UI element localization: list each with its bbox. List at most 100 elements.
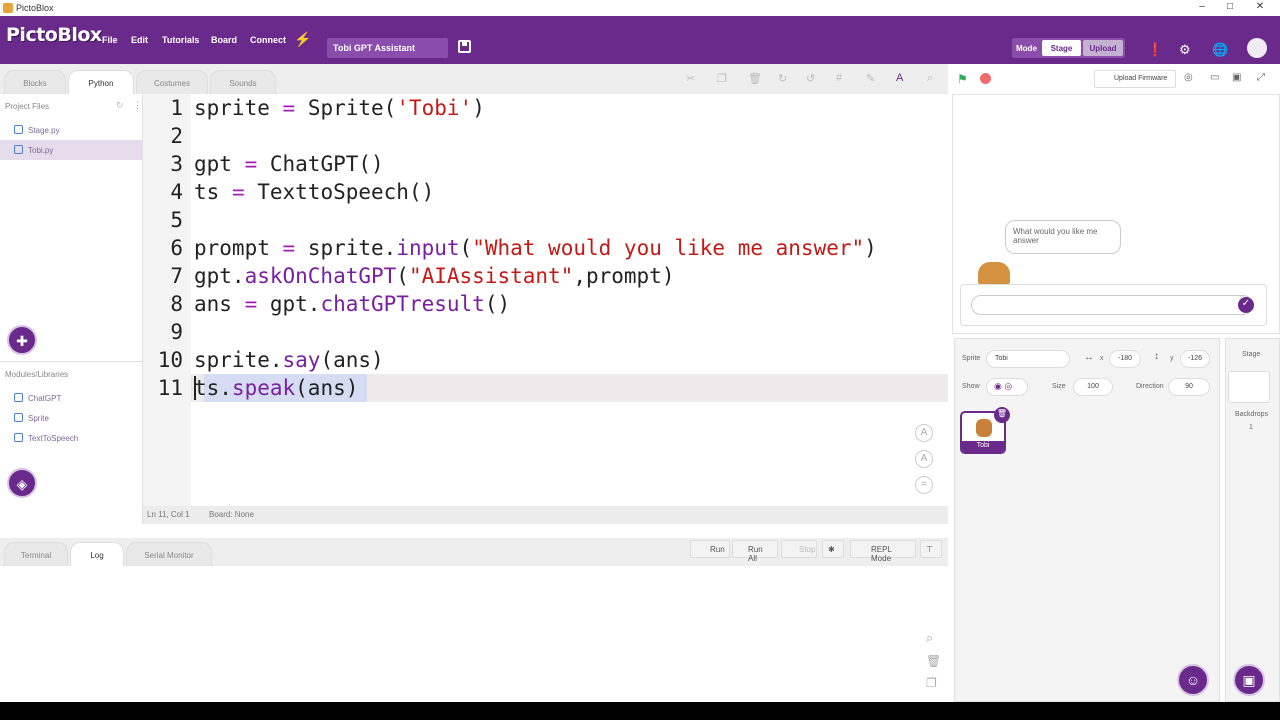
green-flag-icon[interactable]: ⚑ (957, 72, 968, 86)
answer-input[interactable] (971, 295, 1253, 315)
file-item-stage[interactable]: Stage.py (0, 120, 142, 140)
close-window-button[interactable]: ✕ (1250, 1, 1270, 12)
tab-blocks[interactable]: Blocks (4, 70, 66, 94)
minimize-button[interactable]: – (1192, 1, 1212, 12)
copy-log-icon[interactable]: ❐ (926, 676, 937, 690)
avatar[interactable] (1247, 38, 1267, 58)
menu-file[interactable]: File (102, 35, 118, 45)
choose-backdrop-button[interactable]: ▣ (1233, 664, 1265, 696)
sprite-thumb-name: Tobi (962, 441, 1004, 452)
menu-connect[interactable]: Connect (250, 35, 286, 45)
stage-title: Stage (1242, 351, 1261, 358)
font-size-icon[interactable]: A (896, 72, 903, 84)
layout-toggle-icon[interactable]: ⊤ (920, 540, 942, 558)
ask-answer-box: ✓ (960, 284, 1267, 326)
code-line-6[interactable]: prompt = sprite.input("What would you li… (194, 236, 877, 260)
feedback-icon[interactable]: ❗ (1147, 42, 1163, 58)
debug-icon[interactable]: ✱ (822, 540, 844, 558)
fullscreen-icon[interactable]: ⤢ (1257, 72, 1265, 83)
tab-sounds[interactable]: Sounds (210, 70, 276, 94)
project-name-input[interactable]: Tobi GPT Assistant (327, 38, 448, 58)
x-label: x (1100, 355, 1104, 362)
sprite-name-input[interactable]: Tobi (986, 350, 1070, 368)
y-input[interactable]: -126 (1180, 350, 1210, 368)
board-status: Board: None (209, 510, 254, 519)
zoom-in-icon[interactable]: A (915, 424, 933, 442)
save-icon[interactable] (458, 40, 471, 53)
modules-header: Modules/Libraries (5, 370, 69, 379)
code-line-8[interactable]: ans = gpt.chatGPTresult() (194, 292, 510, 316)
line-number: 10 (157, 348, 183, 372)
python-file-icon (14, 125, 23, 134)
upload-firmware-button[interactable]: Upload Firmware (1094, 70, 1176, 88)
tab-python[interactable]: Python (68, 70, 134, 94)
reset-zoom-icon[interactable]: = (915, 476, 933, 494)
layout-large-icon[interactable]: ▣ (1232, 72, 1241, 83)
plug-icon[interactable]: ⚡ (294, 31, 311, 48)
repl-mode-button[interactable]: REPL Mode (850, 540, 916, 563)
add-extension-button[interactable]: ✚ (7, 325, 37, 355)
more-icon[interactable]: ⋮ (133, 100, 142, 111)
clear-log-icon[interactable]: 🗑 (926, 654, 941, 668)
module-item-sprite[interactable]: Sprite (0, 408, 142, 428)
module-item-chatgpt[interactable]: ChatGPT (0, 388, 142, 408)
mode-stage-button[interactable]: Stage (1042, 40, 1081, 56)
stage-thumbnail[interactable] (1228, 371, 1270, 403)
backdrops-label: Backdrops (1235, 411, 1269, 418)
sprite-thumb-image (976, 419, 992, 437)
run-button[interactable]: Run (690, 540, 730, 558)
wand-icon[interactable]: ✎ (866, 72, 875, 85)
direction-input[interactable]: 90 (1168, 378, 1210, 396)
menu-board[interactable]: Board (211, 35, 237, 45)
file-item-tobi[interactable]: Tobi.py (0, 140, 142, 160)
redo-icon[interactable]: ↻ (778, 72, 787, 85)
tab-serial-monitor[interactable]: Serial Monitor (126, 542, 212, 566)
size-input[interactable]: 100 (1073, 378, 1113, 396)
delete-icon[interactable]: 🗑 (748, 72, 762, 85)
brand-logo[interactable]: PictoBlox (6, 24, 102, 46)
code-line-1[interactable]: sprite = Sprite('Tobi') (194, 96, 485, 120)
code-editor[interactable]: 1 2 3 4 5 6 7 8 9 10 11 sprite = Sprite(… (143, 94, 948, 506)
x-input[interactable]: -180 (1109, 350, 1141, 368)
code-line-10[interactable]: sprite.say(ans) (194, 348, 384, 372)
trash-icon[interactable]: 🗑 (994, 407, 1010, 423)
tab-costumes[interactable]: Costumes (136, 70, 208, 94)
cut-icon[interactable]: ✂ (686, 72, 695, 85)
zoom-out-icon[interactable]: A (915, 450, 933, 468)
run-all-button[interactable]: Run All (732, 540, 778, 563)
check-icon[interactable]: ✓ (1238, 297, 1254, 313)
camera-icon[interactable]: ◎ (1184, 72, 1193, 83)
tab-terminal[interactable]: Terminal (4, 542, 68, 566)
menu-edit[interactable]: Edit (131, 35, 148, 45)
code-line-11[interactable]: ts.speak(ans) (194, 376, 358, 400)
add-module-button[interactable]: ◈ (7, 468, 37, 498)
search-log-icon[interactable]: ⌕ (926, 630, 933, 646)
search-icon[interactable]: ⌕ (927, 72, 933, 85)
comment-icon[interactable]: # (836, 72, 842, 84)
code-line-4[interactable]: ts = TexttoSpeech() (194, 180, 434, 204)
layout-small-icon[interactable]: ▭ (1210, 72, 1219, 83)
tab-python-label: Python (88, 79, 114, 88)
tab-log[interactable]: Log (70, 542, 124, 566)
copy-icon[interactable]: ❐ (717, 72, 727, 85)
gear-icon[interactable]: ⚙ (1179, 42, 1191, 58)
line-number: 4 (170, 180, 183, 204)
maximize-button[interactable]: □ (1220, 1, 1240, 12)
choose-sprite-button[interactable]: ☺ (1177, 664, 1209, 696)
stop-button[interactable]: Stop (781, 540, 817, 558)
refresh-icon[interactable]: ↻ (116, 100, 124, 111)
show-toggle[interactable]: ◉ ◎ (986, 378, 1028, 396)
code-line-7[interactable]: gpt.askOnChatGPT("AIAssistant",prompt) (194, 264, 674, 288)
log-output: ⌕ 🗑 ❐ (0, 566, 948, 702)
tab-blocks-label: Blocks (23, 79, 47, 88)
menu-tutorials[interactable]: Tutorials (162, 35, 199, 45)
code-line-3[interactable]: gpt = ChatGPT() (194, 152, 384, 176)
sprite-label: Sprite (962, 355, 981, 362)
undo-icon[interactable]: ↺ (806, 72, 815, 85)
stop-icon[interactable] (980, 73, 991, 84)
globe-icon[interactable]: 🌐 (1212, 42, 1228, 58)
tobi-sprite[interactable] (978, 262, 1010, 284)
mode-upload-button[interactable]: Upload (1083, 40, 1123, 56)
x-arrow-icon: ↔ (1084, 352, 1094, 363)
module-item-texttospeech[interactable]: TextToSpeech (0, 428, 142, 448)
